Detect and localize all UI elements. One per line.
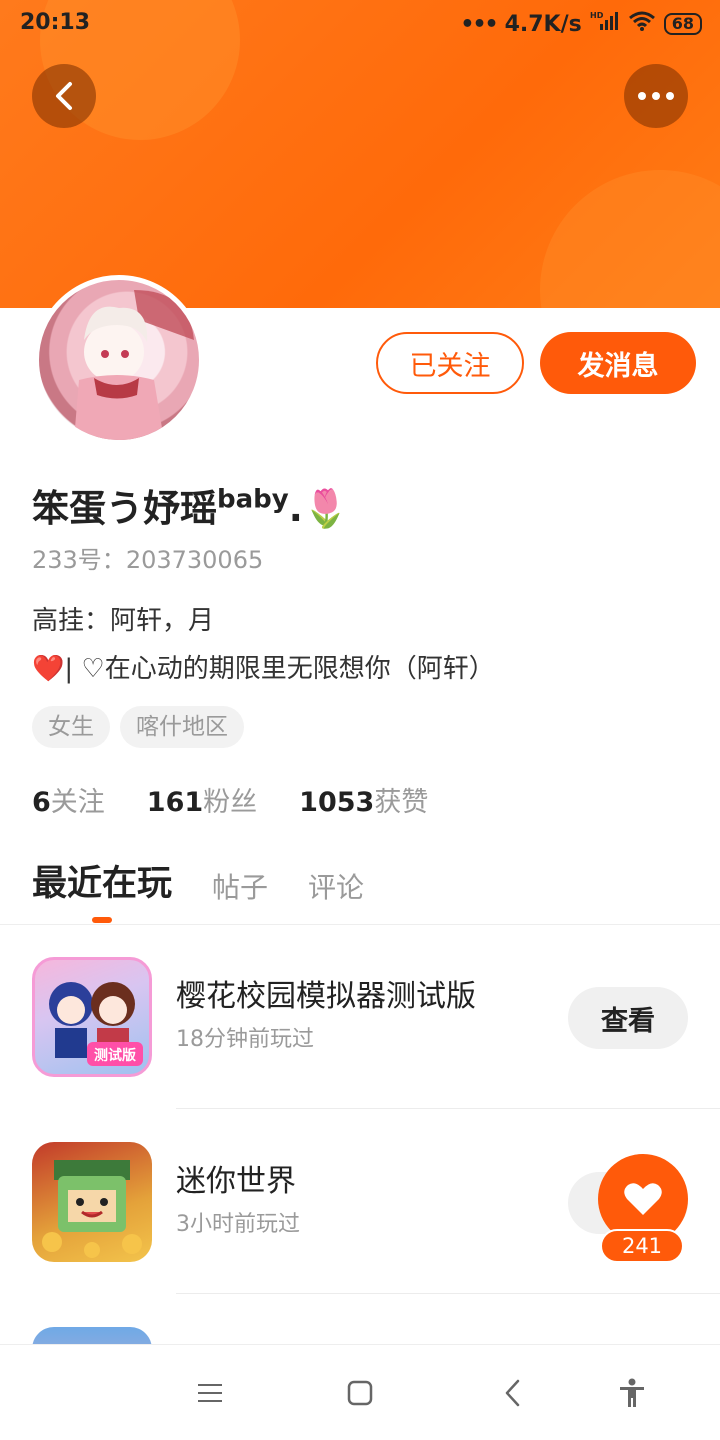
- accessibility-icon: [620, 1378, 644, 1407]
- game-icon: [32, 1142, 152, 1262]
- tab-recently-played[interactable]: 最近在玩: [32, 855, 172, 906]
- stat-label: 关注: [50, 787, 105, 818]
- stat-value: 1053: [299, 787, 375, 818]
- more-button[interactable]: [624, 64, 688, 128]
- stat-likes[interactable]: 1053获赞: [299, 780, 428, 819]
- header-decoration: [540, 170, 720, 308]
- menu-button[interactable]: [190, 1373, 230, 1413]
- stat-label: 获赞: [374, 787, 429, 818]
- game-badge: 测试版: [94, 1047, 136, 1064]
- stat-value: 161: [146, 787, 204, 818]
- home-button[interactable]: [340, 1373, 380, 1413]
- status-bar: 20:13 ••• 4.7K/s HD 68: [0, 0, 720, 50]
- username: 笨蛋う妤瑶baby.🌷: [32, 478, 349, 532]
- avatar[interactable]: [34, 275, 204, 445]
- dots-icon: •••: [460, 11, 498, 37]
- user-id: 233号：203730065: [32, 540, 263, 575]
- stat-value: 6: [32, 787, 51, 818]
- menu-icon: [198, 1384, 222, 1402]
- heart-icon: [624, 1183, 662, 1215]
- view-game-button[interactable]: 查看: [568, 987, 688, 1049]
- chevron-left-icon: [56, 82, 72, 110]
- more-horizontal-icon: [638, 92, 674, 100]
- like-count: 241: [600, 1229, 684, 1263]
- wifi-icon: [628, 10, 656, 38]
- avatar-illustration: [74, 290, 194, 440]
- username-emoji: .🌷: [288, 487, 349, 530]
- back-button[interactable]: [32, 64, 96, 128]
- battery-indicator: 68: [663, 13, 702, 35]
- stat-followers[interactable]: 161粉丝: [147, 780, 257, 819]
- divider: [176, 1293, 720, 1294]
- following-button[interactable]: 已关注: [376, 332, 524, 394]
- profile-tags: 女生 喀什地区: [32, 706, 244, 748]
- send-message-button[interactable]: 发消息: [540, 332, 696, 394]
- hd-label: HD: [590, 11, 604, 20]
- uid-value: 203730065: [125, 546, 264, 574]
- status-icons: ••• 4.7K/s HD 68: [460, 10, 702, 38]
- status-time: 20:13: [20, 10, 91, 35]
- game-last-played: 3小时前玩过: [176, 1212, 300, 1237]
- game-last-played: 18分钟前玩过: [176, 1027, 314, 1052]
- back-icon: [505, 1379, 520, 1407]
- divider: [176, 1108, 720, 1109]
- home-square-icon: [347, 1380, 373, 1406]
- system-nav-bar: [0, 1344, 720, 1440]
- username-suffix: baby: [217, 484, 289, 515]
- back-nav-button[interactable]: [492, 1373, 532, 1413]
- tab-comments[interactable]: 评论: [308, 866, 364, 906]
- game-icon: 测试版: [32, 957, 152, 1077]
- bio-line-1: 高挂：阿轩，月: [32, 606, 215, 636]
- network-speed: 4.7K/s: [504, 11, 582, 37]
- bio-line-2: ❤️| ♡在心动的期限里无限想你（阿轩）: [32, 654, 495, 684]
- game-name: 樱花校园模拟器测试版: [176, 979, 476, 1014]
- uid-label: 233号：: [32, 546, 126, 574]
- stat-following[interactable]: 6关注: [32, 780, 105, 819]
- username-text: 笨蛋う妤瑶: [32, 487, 217, 530]
- tag-region: 喀什地区: [120, 706, 244, 748]
- tab-indicator: [92, 917, 112, 923]
- profile-tabs: 最近在玩 帖子 评论: [32, 855, 364, 906]
- signal-icon: HD: [590, 10, 620, 38]
- tab-posts[interactable]: 帖子: [212, 866, 268, 906]
- stat-label: 粉丝: [203, 787, 258, 818]
- tag-gender: 女生: [32, 706, 110, 748]
- list-item[interactable]: 测试版 樱花校园模拟器测试版 18分钟前玩过 查看: [0, 925, 720, 1109]
- profile-stats: 6关注 161粉丝 1053获赞: [32, 780, 428, 819]
- accessibility-button[interactable]: [612, 1373, 652, 1413]
- game-name: 迷你世界: [176, 1164, 296, 1199]
